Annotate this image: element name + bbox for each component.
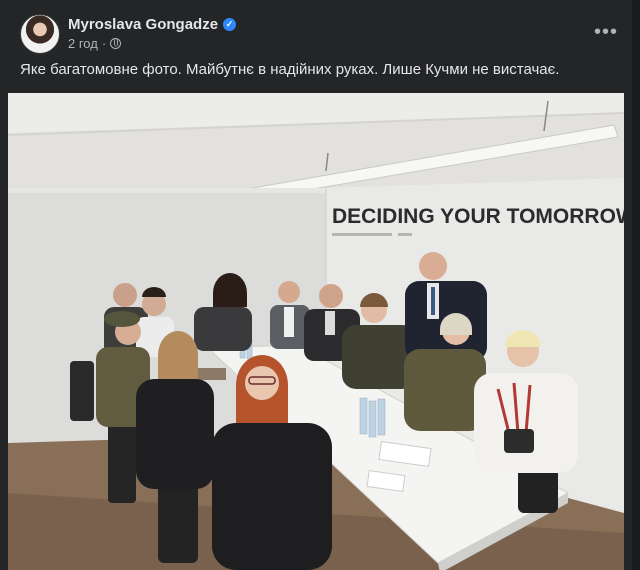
post-header: Myroslava Gongadze ✓ 2 год · ••• — [20, 14, 620, 54]
author-name-row: Myroslava Gongadze ✓ — [68, 16, 237, 33]
author-avatar[interactable] — [20, 14, 60, 54]
post-timestamp[interactable]: 2 год — [68, 36, 98, 51]
meta-separator: · — [101, 36, 107, 51]
author-name[interactable]: Myroslava Gongadze — [68, 16, 218, 33]
scrollbar-track[interactable] — [632, 0, 640, 570]
post-caption: Яке багатомовне фото. Майбутнє в надійни… — [20, 61, 560, 78]
post-meta: 2 год · — [68, 36, 122, 51]
post-photo[interactable]: DECIDING YOUR TOMORROW — [8, 93, 624, 570]
verified-badge-icon: ✓ — [223, 18, 237, 31]
facebook-post: Myroslava Gongadze ✓ 2 год · ••• Яке баг… — [0, 0, 632, 570]
wall-slogan: DECIDING YOUR TOMORROW — [332, 205, 624, 228]
photo-scene: DECIDING YOUR TOMORROW — [8, 93, 624, 570]
more-options-icon[interactable]: ••• — [592, 20, 620, 48]
globe-icon[interactable] — [110, 38, 122, 49]
